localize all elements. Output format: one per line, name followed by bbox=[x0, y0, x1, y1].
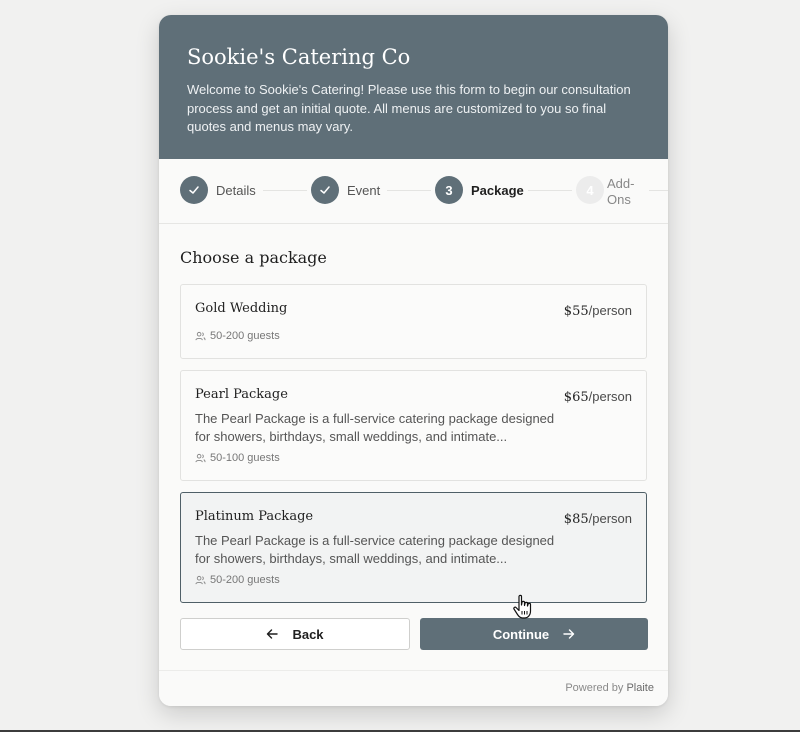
package-option-gold-wedding[interactable]: Gold Wedding $55/person 50-200 guests bbox=[180, 284, 647, 359]
package-price: $55/person bbox=[564, 303, 632, 319]
price-unit: /person bbox=[588, 511, 632, 526]
package-name: Gold Wedding bbox=[195, 301, 288, 316]
check-icon bbox=[320, 186, 330, 194]
step-3-current: 3 bbox=[435, 176, 463, 204]
package-price: $65/person bbox=[564, 389, 632, 405]
price-amount: $65 bbox=[563, 390, 589, 405]
package-section: Choose a package bbox=[159, 224, 668, 268]
back-button-label: Back bbox=[292, 626, 324, 642]
package-description: The Pearl Package is a full-service cate… bbox=[195, 411, 555, 444]
arrow-right-icon bbox=[563, 629, 575, 639]
check-icon bbox=[189, 186, 199, 194]
package-name: Pearl Package bbox=[195, 387, 288, 402]
continue-button-label: Continue bbox=[492, 626, 550, 642]
package-name: Platinum Package bbox=[195, 509, 314, 524]
form-card: Sookie's Catering Co Welcome to Sookie's… bbox=[159, 15, 668, 706]
continue-button[interactable]: Continue bbox=[420, 618, 648, 650]
step-connector bbox=[387, 190, 431, 191]
step-2-complete[interactable] bbox=[311, 176, 339, 204]
step-4-pending: 4 bbox=[576, 176, 604, 204]
step-number: 3 bbox=[445, 182, 453, 198]
brand-link[interactable]: Plaite bbox=[626, 682, 654, 694]
back-button[interactable]: Back bbox=[180, 618, 410, 650]
users-icon bbox=[195, 331, 206, 340]
package-option-platinum-package[interactable]: Platinum Package $85/person The Pearl Pa… bbox=[180, 492, 647, 603]
price-unit: /person bbox=[588, 389, 632, 404]
step-label-event: Event bbox=[347, 183, 381, 198]
guest-range: 50-100 guests bbox=[195, 452, 280, 464]
page-title: Sookie's Catering Co bbox=[187, 45, 411, 69]
intro-text: Welcome to Sookie's Catering! Please use… bbox=[187, 82, 631, 134]
step-label-package: Package bbox=[471, 183, 524, 198]
users-icon bbox=[195, 453, 206, 462]
price-amount: $55 bbox=[563, 304, 589, 319]
guest-range-text: 50-100 guests bbox=[210, 452, 280, 464]
step-label-details: Details bbox=[216, 183, 256, 198]
step-connector bbox=[649, 190, 668, 191]
package-option-pearl-package[interactable]: Pearl Package $65/person The Pearl Packa… bbox=[180, 370, 647, 481]
price-amount: $85 bbox=[563, 512, 589, 527]
package-description: The Pearl Package is a full-service cate… bbox=[195, 533, 555, 566]
guest-range: 50-200 guests bbox=[195, 574, 280, 586]
users-icon bbox=[195, 575, 206, 584]
package-price: $85/person bbox=[564, 511, 632, 527]
form-header: Sookie's Catering Co Welcome to Sookie's… bbox=[159, 15, 668, 159]
guest-range-text: 50-200 guests bbox=[210, 330, 280, 342]
step-number: 4 bbox=[586, 182, 594, 198]
step-label-add-ons: Add-Ons bbox=[607, 176, 635, 207]
form-footer: Powered by Plaite bbox=[159, 670, 668, 706]
guest-range-text: 50-200 guests bbox=[210, 574, 280, 586]
step-connector bbox=[263, 190, 307, 191]
step-1-complete[interactable] bbox=[180, 176, 208, 204]
powered-by-label: Powered by bbox=[565, 682, 624, 694]
hand-pointer-icon bbox=[513, 594, 532, 619]
progress-stepper: Details Event 3 Package 4 Add-Ons bbox=[159, 159, 668, 224]
powered-by-text: Powered by Plaite bbox=[565, 682, 654, 694]
section-title: Choose a package bbox=[180, 248, 327, 267]
arrow-left-icon bbox=[267, 629, 279, 639]
step-connector bbox=[528, 190, 572, 191]
guest-range: 50-200 guests bbox=[195, 330, 280, 342]
price-unit: /person bbox=[588, 303, 632, 318]
